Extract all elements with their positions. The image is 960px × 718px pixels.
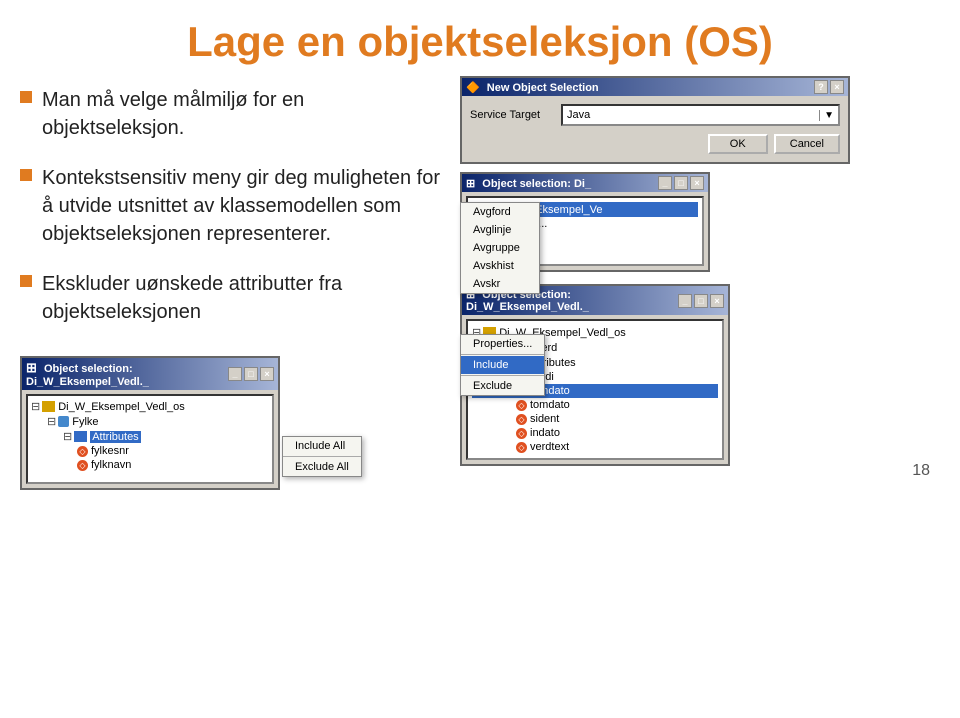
tree-node-os2-verdtext: ◇ verdtext xyxy=(472,440,718,454)
tree-root-label: Di_W_Eksempel_Vedl_os xyxy=(58,401,185,413)
dialog-os2-titlebar-buttons: _ □ × xyxy=(678,294,724,308)
os2-container: ⊞ Object selection: Di_W_Eksempel_Vedl._… xyxy=(460,284,940,466)
dialog-nos-titlebar-buttons: ? × xyxy=(814,80,844,94)
tree-fylknavn-label: fylknavn xyxy=(91,459,131,471)
menu-exclude-all[interactable]: Exclude All xyxy=(283,458,361,476)
dialog-os3: ⊞ Object selection: Di_W_Eksempel_Vedl._… xyxy=(20,356,280,490)
icon-attr-fylknavn: ◇ xyxy=(77,460,88,471)
left-column: Man må velge målmiljø for en objektselek… xyxy=(20,76,450,490)
dialog-os1-maximize[interactable]: □ xyxy=(674,176,688,190)
tree-os2-indato-label: indato xyxy=(530,427,560,439)
context-menu-props: Properties... Include Exclude xyxy=(460,334,545,396)
bullet-1: Man må velge målmiljø for en objektselek… xyxy=(20,86,450,142)
bullet-icon-3 xyxy=(20,275,32,287)
dialog-os1-titlebar: ⊞ Object selection: Di_ _ □ × xyxy=(462,174,708,192)
icon-item-fylke xyxy=(58,416,69,427)
dialog-os2-minimize[interactable]: _ xyxy=(678,294,692,308)
bullet-icon-2 xyxy=(20,169,32,181)
tree-node-attributes: ⊟ Attributes xyxy=(31,429,269,444)
os1-container: ⊞ Object selection: Di_ _ □ × ⊟ xyxy=(460,172,940,272)
content-area: Man må velge målmiljø for en objektselek… xyxy=(0,76,960,490)
dialog-os3-close[interactable]: × xyxy=(260,367,274,381)
dialog-os1-title: ⊞ Object selection: Di_ xyxy=(466,177,591,190)
bullet-text-3: Ekskluder uønskede attributter fra objek… xyxy=(42,270,450,326)
right-column: 🔶 New Object Selection ? × Service Targe… xyxy=(460,76,940,490)
bullet-3: Ekskluder uønskede attributter fra objek… xyxy=(20,270,450,326)
context-menu-include-all: Include All Exclude All xyxy=(282,436,362,477)
dialog-nos-help[interactable]: ? xyxy=(814,80,828,94)
nos-cancel-button[interactable]: Cancel xyxy=(774,134,840,154)
dialog-os3-maximize[interactable]: □ xyxy=(244,367,258,381)
bullet-text-2: Kontekstsensitiv meny gir deg muligheten… xyxy=(42,164,450,248)
dialog-nos-body: Service Target Java ▼ OK Cancel xyxy=(462,96,848,162)
dialog-os3-titlebar: ⊞ Object selection: Di_W_Eksempel_Vedl._… xyxy=(22,358,278,390)
page-title: Lage en objektseleksjon (OS) xyxy=(0,0,960,76)
icon-os2-verdtext: ◇ xyxy=(516,442,527,453)
dialog-os2-maximize[interactable]: □ xyxy=(694,294,708,308)
nos-service-target-row: Service Target Java ▼ xyxy=(470,104,840,126)
tree-os2-tomdato-label: tomdato xyxy=(530,399,570,411)
menu-properties[interactable]: Properties... xyxy=(461,335,544,353)
menu-avskhist[interactable]: Avskhist xyxy=(461,257,539,275)
tree-node-os2-sident: ◇ sident xyxy=(472,412,718,426)
menu-exclude[interactable]: Exclude xyxy=(461,377,544,395)
icon-folder-attributes xyxy=(74,431,87,442)
dialog-os3-tree: ⊟ Di_W_Eksempel_Vedl_os ⊟ Fylke xyxy=(26,394,274,484)
tree-node-root: ⊟ Di_W_Eksempel_Vedl_os xyxy=(31,399,269,414)
menu-avgruppe[interactable]: Avgruppe xyxy=(461,239,539,257)
tree-attributes-label: Attributes xyxy=(90,431,140,443)
icon-os2-sident: ◇ xyxy=(516,414,527,425)
nos-dropdown-value: Java xyxy=(567,109,590,121)
nos-service-target-label: Service Target xyxy=(470,109,555,121)
icon-os2-indato: ◇ xyxy=(516,428,527,439)
dialog-os3-body: ⊟ Di_W_Eksempel_Vedl_os ⊟ Fylke xyxy=(22,390,278,488)
dialog-nos-title: 🔶 New Object Selection xyxy=(466,81,599,94)
dialog-os2-close[interactable]: × xyxy=(710,294,724,308)
tree-node-os2-indato: ◇ indato xyxy=(472,426,718,440)
context-menu-avg: Avgford Avglinje Avgruppe Avskhist Avskr xyxy=(460,202,540,294)
page-layout: Lage en objektseleksjon (OS) Man må velg… xyxy=(0,0,960,490)
page-number: 18 xyxy=(912,462,930,480)
bullet-icon-1 xyxy=(20,91,32,103)
dialog-os1-close[interactable]: × xyxy=(690,176,704,190)
dialog-os1-titlebar-buttons: _ □ × xyxy=(658,176,704,190)
dialog-nos-titlebar: 🔶 New Object Selection ? × xyxy=(462,78,848,96)
bullet-text-1: Man må velge målmiljø for en objektselek… xyxy=(42,86,450,142)
icon-folder-root xyxy=(42,401,55,412)
nos-buttons: OK Cancel xyxy=(470,134,840,154)
dialog-nos: 🔶 New Object Selection ? × Service Targe… xyxy=(460,76,850,164)
tree-node-fylkesnr: ◇ fylkesnr xyxy=(31,444,269,458)
menu-avskr[interactable]: Avskr xyxy=(461,275,539,293)
tree-fylkesnr-label: fylkesnr xyxy=(91,445,129,457)
tree-os2-sident-label: sident xyxy=(530,413,559,425)
dialog-os1-minimize[interactable]: _ xyxy=(658,176,672,190)
dialog-os3-title: ⊞ Object selection: Di_W_Eksempel_Vedl._ xyxy=(26,360,228,388)
nos-dropdown[interactable]: Java ▼ xyxy=(561,104,840,126)
tree-node-fylke: ⊟ Fylke xyxy=(31,414,269,429)
nos-dropdown-arrow-icon: ▼ xyxy=(819,110,834,121)
tree-fylke-label: Fylke xyxy=(72,416,98,428)
dialog-os3-minimize[interactable]: _ xyxy=(228,367,242,381)
menu-avgford[interactable]: Avgford xyxy=(461,203,539,221)
tree-node-os2-tomdato: ◇ tomdato xyxy=(472,398,718,412)
icon-attr-fylkesnr: ◇ xyxy=(77,446,88,457)
nos-ok-button[interactable]: OK xyxy=(708,134,768,154)
menu-include[interactable]: Include xyxy=(461,356,544,374)
dialog-os3-titlebar-buttons: _ □ × xyxy=(228,367,274,381)
menu-include-all[interactable]: Include All xyxy=(283,437,361,455)
menu-avglinje[interactable]: Avglinje xyxy=(461,221,539,239)
tree-os2-verdtext-label: verdtext xyxy=(530,441,569,453)
dialog-nos-close[interactable]: × xyxy=(830,80,844,94)
icon-os2-tomdato: ◇ xyxy=(516,400,527,411)
tree-node-fylknavn: ◇ fylknavn xyxy=(31,458,269,472)
bullet-2: Kontekstsensitiv meny gir deg muligheten… xyxy=(20,164,450,248)
